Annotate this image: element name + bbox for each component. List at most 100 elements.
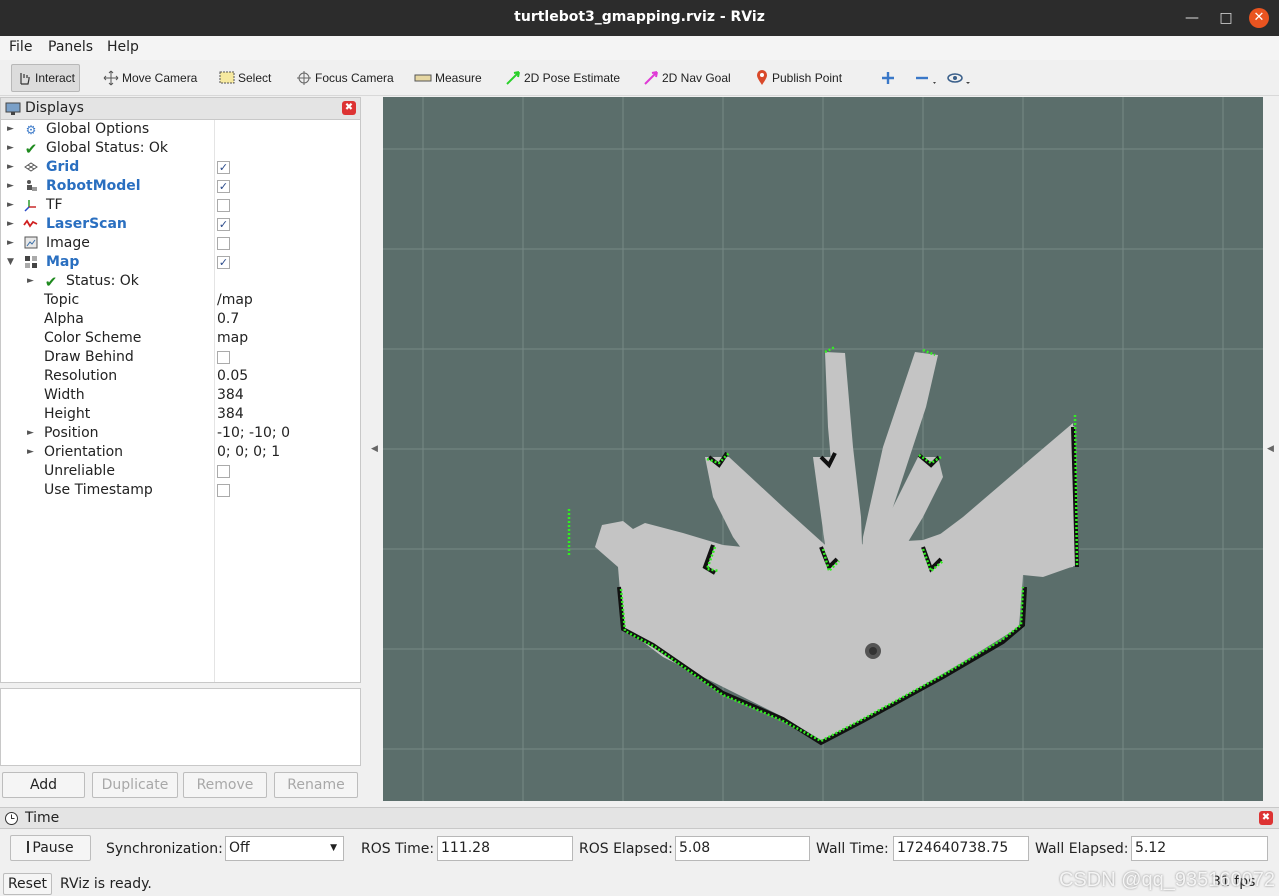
map-prop-color-scheme[interactable]: Color Scheme map	[1, 329, 360, 348]
minimize-icon[interactable]: —	[1182, 8, 1202, 28]
ros-elapsed-field[interactable]: 5.08	[675, 836, 810, 861]
remove-tool-button[interactable]	[910, 64, 945, 92]
gear-icon: ⚙	[25, 123, 37, 137]
pause-button[interactable]: Pause	[10, 835, 91, 861]
map-prop-topic[interactable]: Topic /map	[1, 291, 360, 310]
select-tool[interactable]: Select	[215, 64, 275, 92]
maximize-icon[interactable]: □	[1216, 8, 1236, 28]
expand-arrow-icon[interactable]: ►	[27, 424, 34, 443]
expand-arrow-icon[interactable]: ►	[7, 196, 14, 215]
image-icon	[23, 236, 39, 252]
expand-arrow-icon[interactable]: ►	[27, 443, 34, 462]
focus-camera-tool[interactable]: Focus Camera	[292, 64, 398, 92]
nav-goal-tool[interactable]: 2D Nav Goal	[639, 64, 735, 92]
expand-arrow-icon[interactable]: ►	[7, 215, 14, 234]
display-item-laserscan[interactable]: ► LaserScan ✓	[1, 215, 360, 234]
expand-arrow-icon[interactable]: ►	[7, 234, 14, 253]
map-prop-value[interactable]: 384	[217, 386, 244, 405]
map-prop-orientation[interactable]: ► Orientation 0; 0; 0; 1	[1, 443, 360, 462]
map-prop-value[interactable]: 0; 0; 0; 1	[217, 443, 280, 462]
image-checkbox[interactable]	[217, 237, 230, 250]
wall-elapsed-field[interactable]: 5.12	[1131, 836, 1268, 861]
map-prop-use-timestamp[interactable]: Use Timestamp	[1, 481, 360, 500]
map-prop-value[interactable]: /map	[217, 291, 253, 310]
collapse-arrow-icon[interactable]: ▼	[7, 253, 14, 272]
map-prop-value[interactable]: 0.05	[217, 367, 248, 386]
add-tool-button[interactable]	[876, 64, 903, 92]
map-prop-label: Alpha	[44, 311, 84, 327]
ruler-icon	[414, 74, 432, 82]
map-prop-value[interactable]: map	[217, 329, 248, 348]
expand-arrow-icon[interactable]: ►	[7, 158, 14, 177]
tf-checkbox[interactable]	[217, 199, 230, 212]
use-timestamp-checkbox[interactable]	[217, 484, 230, 497]
expand-arrow-icon[interactable]: ►	[7, 139, 14, 158]
measure-tool[interactable]: Measure	[410, 64, 486, 92]
unreliable-checkbox[interactable]	[217, 465, 230, 478]
render-viewport[interactable]	[383, 97, 1263, 801]
move-camera-icon	[103, 70, 119, 86]
time-panel-header: Time ✖	[0, 807, 1279, 829]
map-prop-draw-behind[interactable]: Draw Behind	[1, 348, 360, 367]
map-prop-value[interactable]: -10; -10; 0	[217, 424, 290, 443]
display-item-label: Global Options	[46, 121, 150, 137]
interact-tool[interactable]: Interact	[11, 64, 81, 92]
grid-checkbox[interactable]: ✓	[217, 161, 230, 174]
display-item-grid[interactable]: ► Grid ✓	[1, 158, 360, 177]
map-prop-label: Width	[44, 387, 85, 403]
close-time-panel-icon[interactable]: ✖	[1259, 811, 1273, 825]
menu-panels[interactable]: Panels	[48, 39, 93, 55]
view-tool-button[interactable]	[942, 64, 979, 92]
map-prop-alpha[interactable]: Alpha 0.7	[1, 310, 360, 329]
left-splitter-arrow-icon[interactable]: ◀	[371, 444, 378, 454]
close-panel-icon[interactable]: ✖	[342, 101, 356, 115]
map-prop-value[interactable]: 0.7	[217, 310, 239, 329]
watermark: CSDN @qq_935160072	[1058, 869, 1275, 891]
map-prop-height[interactable]: Height 384	[1, 405, 360, 424]
laserscan-checkbox[interactable]: ✓	[217, 218, 230, 231]
display-item-label: Global Status: Ok	[46, 140, 169, 156]
menu-file[interactable]: File	[9, 39, 32, 55]
robotmodel-checkbox[interactable]: ✓	[217, 180, 230, 193]
expand-arrow-icon[interactable]: ►	[7, 120, 14, 139]
move-camera-tool[interactable]: Move Camera	[99, 64, 201, 92]
map-checkbox[interactable]: ✓	[217, 256, 230, 269]
expand-arrow-icon[interactable]: ►	[7, 177, 14, 196]
close-icon[interactable]: ✕	[1249, 8, 1269, 28]
pose-estimate-tool[interactable]: 2D Pose Estimate	[501, 64, 624, 92]
remove-button[interactable]: Remove	[183, 772, 267, 798]
toolbar: Interact Move Camera Select Focus Camera…	[0, 60, 1279, 96]
robot-icon	[23, 179, 39, 195]
rename-button[interactable]: Rename	[274, 772, 358, 798]
display-item-global-status[interactable]: ► ✔ Global Status: Ok	[1, 139, 360, 158]
duplicate-button[interactable]: Duplicate	[92, 772, 178, 798]
ros-time-field[interactable]: 111.28	[437, 836, 573, 861]
displays-panel: Displays ✖ ► ⚙ Global Options ► ✔ Global…	[0, 97, 361, 683]
display-item-global-options[interactable]: ► ⚙ Global Options	[1, 120, 360, 139]
menu-help[interactable]: Help	[107, 39, 139, 55]
sync-dropdown[interactable]: Off ▼	[225, 836, 344, 861]
map-prop-label: Position	[44, 425, 99, 441]
publish-point-tool[interactable]: Publish Point	[751, 64, 846, 92]
display-item-robotmodel[interactable]: ► RobotModel ✓	[1, 177, 360, 196]
draw-behind-checkbox[interactable]	[217, 351, 230, 364]
display-item-tf[interactable]: ► TF	[1, 196, 360, 215]
pose-estimate-label: 2D Pose Estimate	[524, 71, 621, 85]
add-button[interactable]: Add	[2, 772, 85, 798]
map-prop-position[interactable]: ► Position -10; -10; 0	[1, 424, 360, 443]
map-prop-status[interactable]: ► ✔ Status: Ok	[1, 272, 360, 291]
map-prop-value[interactable]: 384	[217, 405, 244, 424]
map-prop-unreliable[interactable]: Unreliable	[1, 462, 360, 481]
expand-arrow-icon[interactable]: ►	[27, 272, 34, 291]
display-item-image[interactable]: ► Image	[1, 234, 360, 253]
reset-button[interactable]: Reset	[3, 873, 52, 895]
ros-time-label: ROS Time:	[361, 841, 435, 857]
map-prop-width[interactable]: Width 384	[1, 386, 360, 405]
right-splitter-arrow-icon[interactable]: ◀	[1267, 444, 1274, 454]
map-prop-resolution[interactable]: Resolution 0.05	[1, 367, 360, 386]
focus-camera-label: Focus Camera	[315, 71, 394, 85]
hand-icon	[20, 73, 30, 85]
pause-icon	[27, 841, 30, 853]
display-item-map[interactable]: ▼ Map ✓	[1, 253, 360, 272]
wall-time-field[interactable]: 1724640738.75	[893, 836, 1029, 861]
